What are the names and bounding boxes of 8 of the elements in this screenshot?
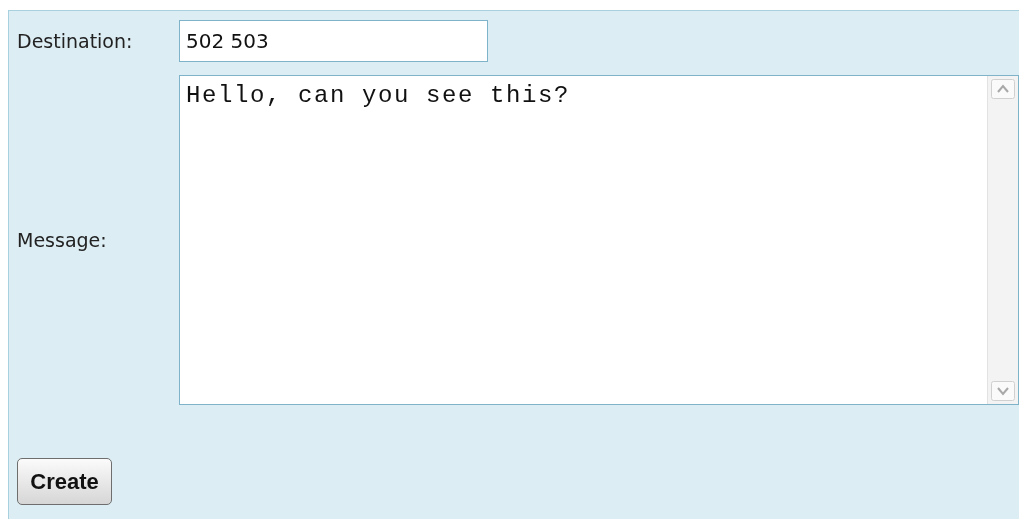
destination-field[interactable]: 502 503 xyxy=(179,20,488,62)
message-field[interactable]: Hello, can you see this? xyxy=(179,75,1019,405)
scrollbar[interactable] xyxy=(987,76,1018,404)
message-label: Message: xyxy=(17,229,108,251)
scroll-down-icon[interactable] xyxy=(991,381,1015,401)
create-button[interactable]: Create xyxy=(17,458,112,505)
destination-label: Destination: xyxy=(17,30,134,52)
scroll-up-icon[interactable] xyxy=(991,79,1015,99)
